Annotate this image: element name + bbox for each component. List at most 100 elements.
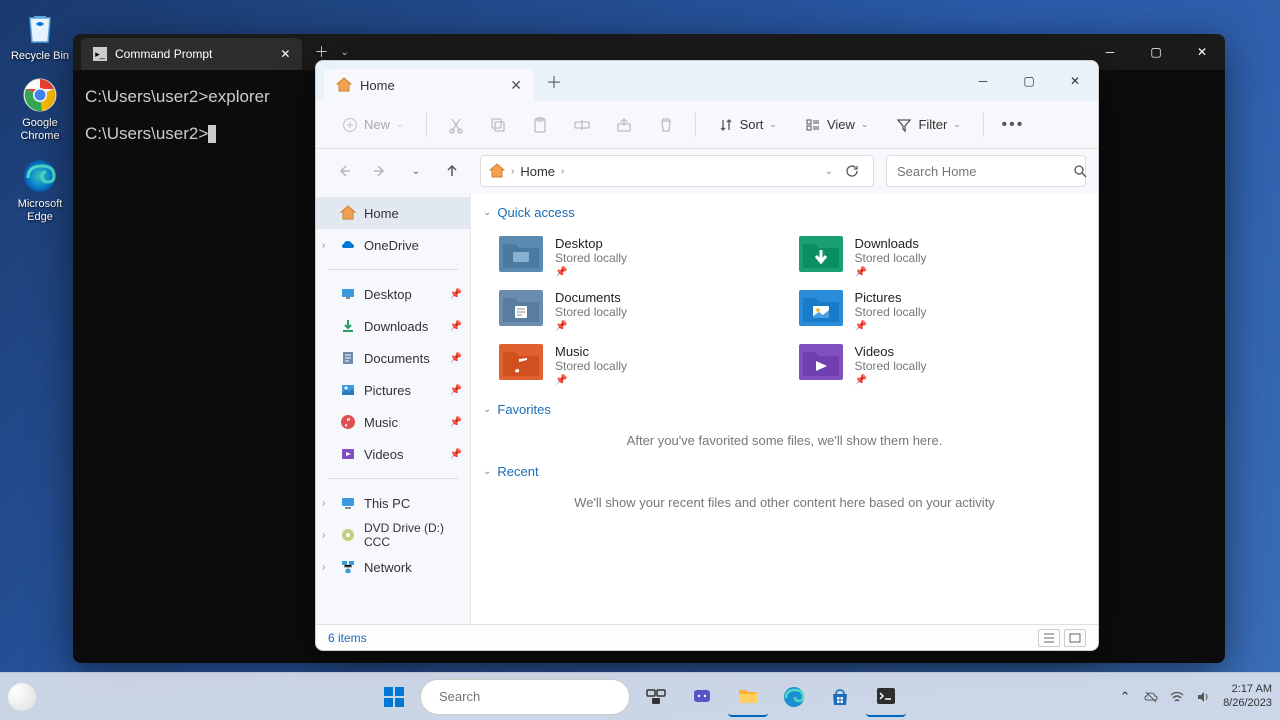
quick-access-desktop[interactable]: DesktopStored locally📌 <box>495 232 775 282</box>
icons-view-button[interactable] <box>1064 629 1086 647</box>
cmd-tab[interactable]: ▸_ Command Prompt ✕ <box>81 38 302 70</box>
store-icon <box>829 686 851 708</box>
share-button[interactable] <box>607 108 641 142</box>
delete-button[interactable] <box>649 108 683 142</box>
desktop-icon-edge[interactable]: Microsoft Edge <box>8 156 72 224</box>
pin-icon: 📌 <box>555 267 627 278</box>
breadcrumb-home[interactable]: Home <box>520 164 555 179</box>
taskbar-explorer[interactable] <box>728 677 768 717</box>
forward-button[interactable] <box>364 155 396 187</box>
explorer-maximize-button[interactable]: ▢ <box>1006 61 1052 101</box>
back-button[interactable] <box>328 155 360 187</box>
cmd-new-tab-button[interactable]: ＋ <box>314 42 328 62</box>
sidebar-item-label: This PC <box>364 496 410 511</box>
paste-button[interactable] <box>523 108 557 142</box>
quick-access-music[interactable]: MusicStored locally📌 <box>495 340 775 390</box>
section-quick-access[interactable]: ⌄ Quick access <box>471 201 1098 224</box>
videos-icon <box>340 446 356 462</box>
sidebar-item-network[interactable]: › Network <box>316 551 470 583</box>
copy-button[interactable] <box>481 108 515 142</box>
chevron-right-icon: › <box>511 166 514 177</box>
explorer-tab-close-icon[interactable]: ✕ <box>510 77 522 94</box>
search-box[interactable] <box>886 155 1086 187</box>
tray-network[interactable] <box>1165 685 1189 709</box>
address-dropdown-icon[interactable]: ⌄ <box>825 166 833 177</box>
more-button[interactable]: ••• <box>996 108 1030 142</box>
desktop-icon-chrome[interactable]: Google Chrome <box>8 75 72 143</box>
sidebar-item-documents[interactable]: Documents 📌 <box>316 342 470 374</box>
section-favorites[interactable]: ⌄ Favorites <box>471 398 1098 421</box>
ellipsis-icon: ••• <box>1001 116 1024 134</box>
tray-expand-button[interactable]: ⌃ <box>1113 685 1137 709</box>
explorer-titlebar[interactable]: Home ✕ ＋ ─ ▢ ✕ <box>316 61 1098 101</box>
sidebar-item-pictures[interactable]: Pictures 📌 <box>316 374 470 406</box>
taskbar-store[interactable] <box>820 677 860 717</box>
sidebar-item-label: Music <box>364 415 398 430</box>
quick-access-videos[interactable]: VideosStored locally📌 <box>795 340 1075 390</box>
filter-button[interactable]: Filter ⌄ <box>886 111 970 139</box>
sidebar-item-downloads[interactable]: Downloads 📌 <box>316 310 470 342</box>
cmd-tab-close-icon[interactable]: ✕ <box>280 47 290 61</box>
sidebar-item-onedrive[interactable]: › OneDrive <box>316 229 470 261</box>
taskbar: ⌃ 2:17 AM 8/26/2023 <box>0 672 1280 720</box>
task-view-icon <box>645 686 667 708</box>
folder-desktop-icon <box>499 236 543 272</box>
explorer-minimize-button[interactable]: ─ <box>960 61 1006 101</box>
clock-date: 8/26/2023 <box>1223 697 1272 710</box>
sidebar-item-this-pc[interactable]: › This PC <box>316 487 470 519</box>
taskbar-search[interactable] <box>420 679 630 715</box>
explorer-tab-title: Home <box>360 78 502 93</box>
refresh-button[interactable] <box>839 164 865 178</box>
chevron-down-icon: ⌄ <box>861 119 869 130</box>
taskbar-chat[interactable] <box>682 677 722 717</box>
weather-widget[interactable] <box>8 683 36 711</box>
tray-volume[interactable] <box>1191 685 1215 709</box>
sidebar-item-dvd[interactable]: › DVD Drive (D:) CCC <box>316 519 470 551</box>
details-view-button[interactable] <box>1038 629 1060 647</box>
chevron-right-icon[interactable]: › <box>322 562 325 573</box>
recent-locations-button[interactable]: ⌄ <box>400 155 432 187</box>
quick-access-documents[interactable]: DocumentsStored locally📌 <box>495 286 775 336</box>
quick-access-downloads[interactable]: DownloadsStored locally📌 <box>795 232 1075 282</box>
cmd-tab-dropdown-icon[interactable]: ⌄ <box>340 47 348 58</box>
rename-button[interactable] <box>565 108 599 142</box>
explorer-new-tab-button[interactable]: ＋ <box>546 69 562 93</box>
tray-onedrive[interactable] <box>1139 685 1163 709</box>
pin-icon: 📌 <box>855 321 927 332</box>
desktop-icon-recycle-bin[interactable]: Recycle Bin <box>8 8 72 63</box>
sort-button[interactable]: Sort ⌄ <box>708 111 787 139</box>
sidebar-item-videos[interactable]: Videos 📌 <box>316 438 470 470</box>
sidebar-item-home[interactable]: Home <box>316 197 470 229</box>
search-icon[interactable] <box>1073 164 1087 178</box>
terminal-icon <box>875 685 897 707</box>
sidebar-item-label: Documents <box>364 351 430 366</box>
cmd-close-button[interactable]: ✕ <box>1179 34 1225 70</box>
address-box[interactable]: › Home › ⌄ <box>480 155 874 187</box>
explorer-toolbar: New ⌄ Sort ⌄ View ⌄ Filter ⌄ ••• <box>316 101 1098 149</box>
task-view-button[interactable] <box>636 677 676 717</box>
explorer-close-button[interactable]: ✕ <box>1052 61 1098 101</box>
up-button[interactable] <box>436 155 468 187</box>
taskbar-clock[interactable]: 2:17 AM 8/26/2023 <box>1223 683 1272 709</box>
copy-icon <box>489 116 507 134</box>
sidebar-item-desktop[interactable]: Desktop 📌 <box>316 278 470 310</box>
cmd-maximize-button[interactable]: ▢ <box>1133 34 1179 70</box>
taskbar-edge[interactable] <box>774 677 814 717</box>
taskbar-terminal[interactable] <box>866 677 906 717</box>
explorer-tab[interactable]: Home ✕ <box>324 69 534 101</box>
view-button[interactable]: View ⌄ <box>795 111 879 139</box>
paste-icon <box>531 116 549 134</box>
chevron-right-icon[interactable]: › <box>322 498 325 509</box>
sidebar-item-music[interactable]: Music 📌 <box>316 406 470 438</box>
search-input[interactable] <box>897 164 1073 179</box>
folder-pictures-icon <box>799 290 843 326</box>
new-button[interactable]: New ⌄ <box>332 111 414 139</box>
chevron-right-icon[interactable]: › <box>322 530 325 541</box>
taskbar-search-input[interactable] <box>439 689 615 704</box>
cut-button[interactable] <box>439 108 473 142</box>
cmd-tab-title: Command Prompt <box>115 47 212 61</box>
section-recent[interactable]: ⌄ Recent <box>471 460 1098 483</box>
start-button[interactable] <box>374 677 414 717</box>
chevron-right-icon[interactable]: › <box>322 240 325 251</box>
quick-access-pictures[interactable]: PicturesStored locally📌 <box>795 286 1075 336</box>
